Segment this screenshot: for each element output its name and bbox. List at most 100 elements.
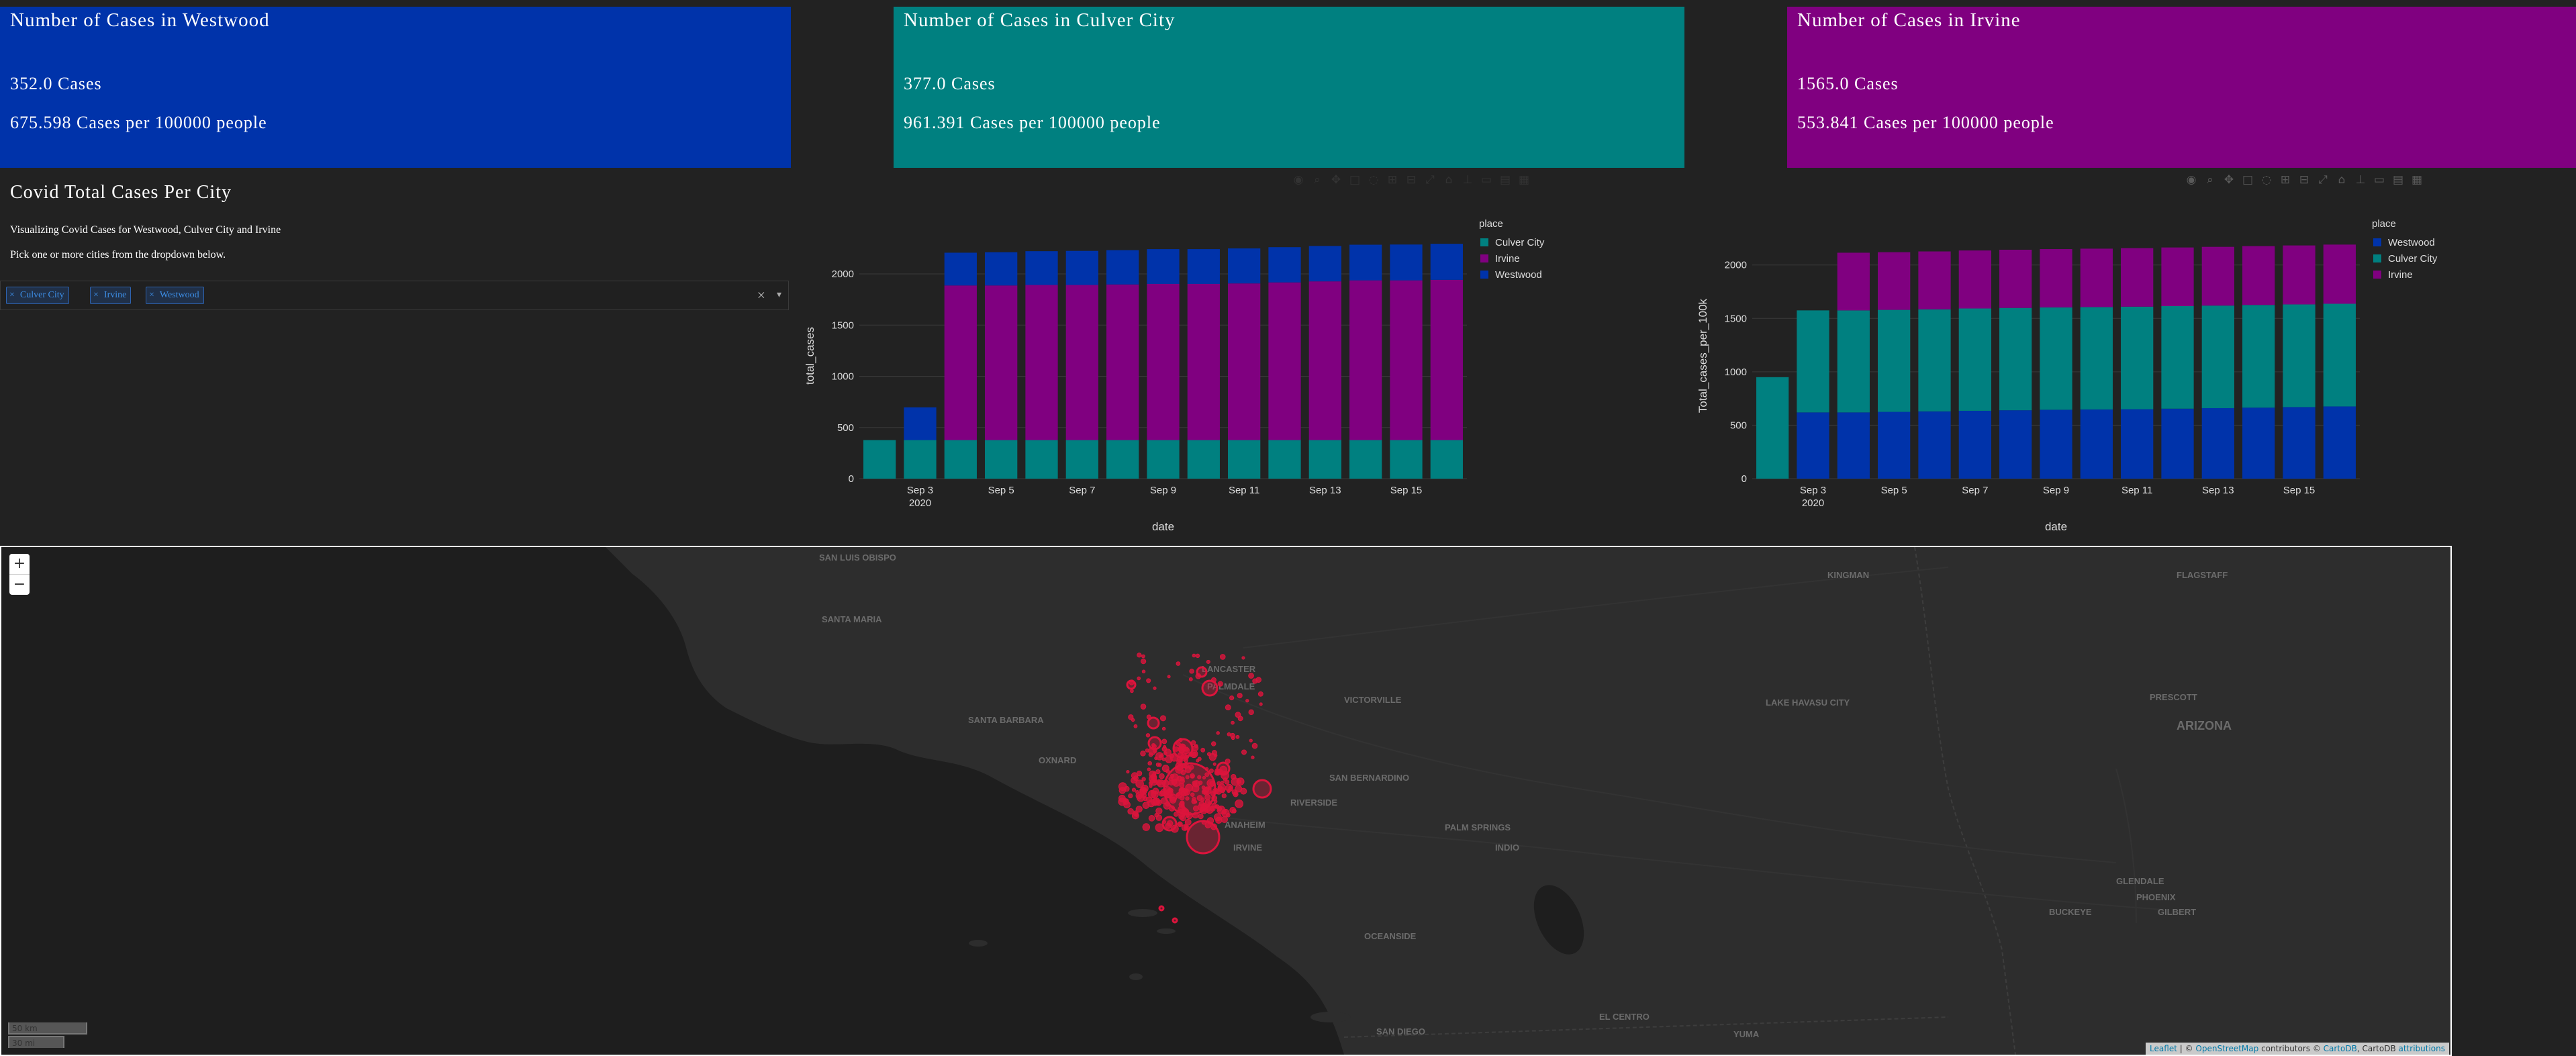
case-marker[interactable] [1201, 679, 1219, 697]
bar-segment[interactable] [1025, 251, 1058, 285]
case-marker[interactable] [1172, 917, 1178, 924]
case-marker[interactable] [1131, 787, 1137, 792]
bar-segment[interactable] [2121, 248, 2154, 307]
bar-segment[interactable] [1390, 244, 1423, 281]
bar-segment[interactable] [1268, 247, 1301, 283]
bar-segment[interactable] [1999, 307, 2032, 411]
case-marker[interactable] [1153, 686, 1157, 690]
case-marker[interactable] [1152, 779, 1157, 783]
bar-segment[interactable] [2201, 305, 2234, 408]
bar-segment[interactable] [1430, 244, 1463, 280]
case-marker[interactable] [1163, 762, 1217, 816]
case-marker[interactable] [1159, 715, 1166, 722]
case-marker[interactable] [1137, 653, 1142, 658]
case-marker[interactable] [1123, 801, 1131, 809]
case-marker[interactable] [1259, 702, 1263, 706]
case-marker[interactable] [1221, 780, 1225, 785]
case-marker[interactable] [1241, 749, 1247, 755]
bar-segment[interactable] [1430, 279, 1463, 440]
case-marker[interactable] [1235, 799, 1244, 808]
legend-swatch[interactable] [1480, 238, 1488, 246]
case-marker[interactable] [1198, 813, 1204, 820]
case-marker[interactable] [1141, 777, 1146, 781]
case-marker[interactable] [1206, 659, 1210, 664]
case-marker[interactable] [1221, 793, 1227, 799]
case-marker[interactable] [1133, 810, 1139, 816]
case-marker[interactable] [1225, 812, 1231, 818]
case-marker[interactable] [1195, 653, 1200, 659]
case-marker[interactable] [1248, 709, 1254, 716]
bar-segment[interactable] [1918, 411, 1951, 479]
zoom-in-button[interactable]: + [9, 554, 30, 575]
bar-segment[interactable] [1228, 440, 1261, 479]
bar-segment[interactable] [1065, 440, 1098, 479]
case-marker[interactable] [1140, 751, 1146, 757]
case-marker[interactable] [1177, 822, 1182, 827]
case-marker[interactable] [1161, 726, 1166, 731]
bar-segment[interactable] [2242, 305, 2275, 408]
case-marker[interactable] [1133, 724, 1138, 728]
total-cases-chart[interactable]: 0 500 1000 1500 2000 Sep 32020 Sep 5 Sep 7 Sep 9… [792, 168, 1631, 544]
case-marker[interactable] [1216, 731, 1220, 735]
legend-item[interactable]: Westwood [2388, 237, 2435, 248]
bar-segment[interactable] [2161, 408, 2194, 479]
bar-segment[interactable] [2080, 409, 2113, 479]
bar-segment[interactable] [985, 252, 1018, 286]
case-marker[interactable] [1149, 784, 1153, 788]
case-marker[interactable] [1148, 815, 1155, 822]
case-marker[interactable] [1140, 704, 1147, 710]
case-marker[interactable] [1141, 669, 1146, 674]
case-marker[interactable] [1227, 789, 1231, 794]
bar-segment[interactable] [1756, 377, 1789, 479]
bar-segment[interactable] [1147, 283, 1180, 440]
bar-segment[interactable] [1187, 283, 1220, 440]
case-marker[interactable] [1155, 762, 1161, 767]
case-marker[interactable] [1227, 732, 1231, 736]
bar-segment[interactable] [2242, 246, 2275, 305]
legend-swatch[interactable] [2373, 238, 2381, 246]
bar-segment[interactable] [1390, 440, 1423, 479]
case-marker[interactable] [1196, 666, 1208, 678]
case-marker[interactable] [1189, 669, 1194, 674]
bar-segment[interactable] [1797, 412, 1829, 479]
case-marker[interactable] [1252, 678, 1258, 684]
case-marker[interactable] [1176, 661, 1181, 666]
chevron-down-icon[interactable]: ▾ [777, 287, 781, 304]
bar-segment[interactable] [2040, 307, 2072, 410]
bar-segment[interactable] [944, 252, 977, 286]
legend-swatch[interactable] [1480, 271, 1488, 279]
bar-segment[interactable] [2323, 244, 2356, 304]
case-marker[interactable] [1234, 792, 1238, 796]
bar-segment[interactable] [904, 440, 937, 479]
carto-link[interactable]: CartoDB [2324, 1044, 2357, 1053]
case-marker[interactable] [1219, 654, 1226, 660]
bar-segment[interactable] [1228, 283, 1261, 440]
legend-item[interactable]: Culver City [1495, 237, 1545, 248]
bar-segment[interactable] [2283, 407, 2316, 479]
bar-segment[interactable] [2161, 306, 2194, 409]
bar-segment[interactable] [1308, 440, 1341, 479]
bar-segment[interactable] [1878, 252, 1911, 310]
case-marker[interactable] [1217, 681, 1223, 687]
case-marker[interactable] [1147, 767, 1151, 771]
case-marker[interactable] [1216, 761, 1231, 776]
bar-segment[interactable] [1918, 251, 1951, 309]
case-marker[interactable] [1126, 769, 1130, 774]
bar-segment[interactable] [2161, 247, 2194, 307]
map-canvas[interactable]: SAN LUIS OBISPOSANTA MARIALANCASTERPALMD… [1, 547, 2450, 1055]
legend-item[interactable]: Irvine [2388, 269, 2413, 281]
case-marker[interactable] [1128, 793, 1133, 799]
bar-segment[interactable] [2080, 248, 2113, 307]
legend-item[interactable]: Culver City [2388, 253, 2438, 265]
case-marker[interactable] [1252, 779, 1272, 799]
bar-segment[interactable] [1147, 440, 1180, 479]
case-marker[interactable] [1257, 691, 1263, 697]
legend-swatch[interactable] [1480, 254, 1488, 262]
case-marker[interactable] [1161, 765, 1170, 773]
case-marker[interactable] [1155, 769, 1161, 775]
case-marker[interactable] [1212, 762, 1217, 766]
osm-link[interactable]: OpenStreetMap [2195, 1044, 2258, 1053]
case-marker[interactable] [1200, 747, 1206, 753]
case-marker[interactable] [1150, 789, 1155, 794]
case-marker[interactable] [1141, 654, 1145, 659]
